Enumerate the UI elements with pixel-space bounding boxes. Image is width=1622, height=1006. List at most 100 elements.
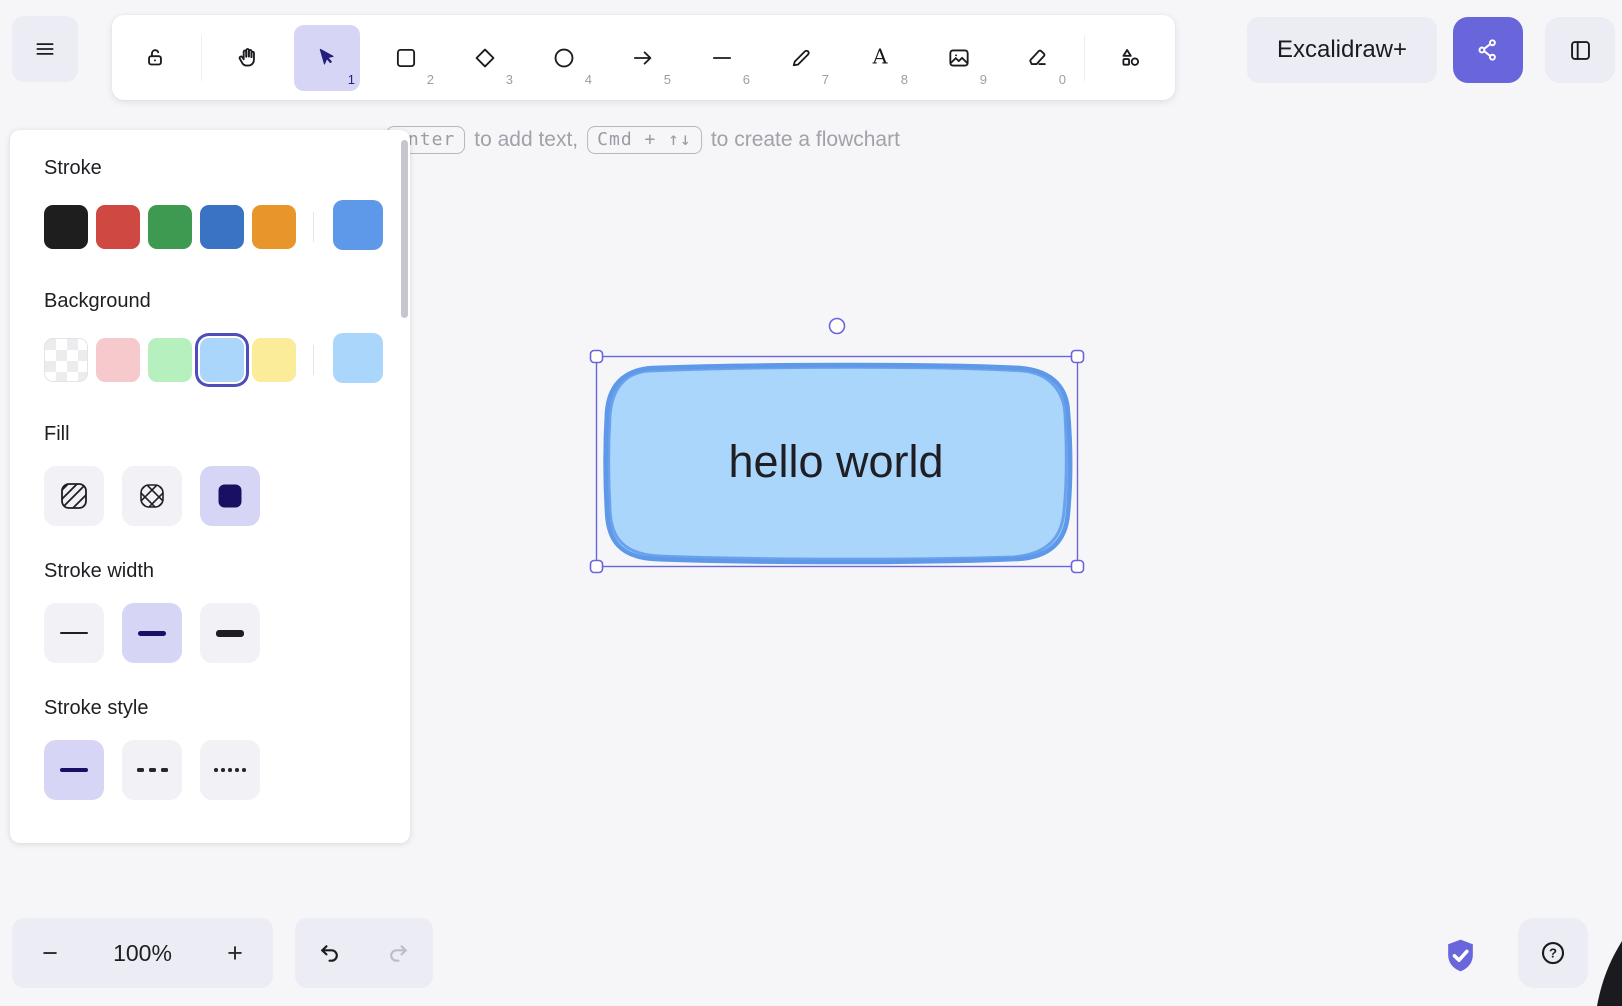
fill-cross-hatch-option[interactable]: [122, 466, 182, 526]
background-color-pink[interactable]: [96, 338, 140, 382]
thin-line-icon: [60, 632, 88, 635]
tool-hand[interactable]: [215, 25, 281, 91]
library-button[interactable]: [1545, 17, 1615, 83]
current-background-color[interactable]: [333, 333, 383, 383]
library-sidebar-icon: [1567, 37, 1594, 64]
zoom-in-button[interactable]: +: [211, 929, 259, 977]
arrow-icon: [630, 45, 656, 71]
fill-solid-option[interactable]: [200, 466, 260, 526]
zoom-out-button[interactable]: −: [26, 929, 74, 977]
tool-lock[interactable]: [122, 25, 188, 91]
fill-options-row: [44, 466, 410, 526]
image-icon: [946, 45, 972, 71]
stroke-width-extra-bold-option[interactable]: [200, 603, 260, 663]
help-icon: ?: [1538, 938, 1568, 968]
dashed-line-icon: [137, 768, 168, 772]
eraser-icon: [1025, 45, 1051, 71]
tool-toolbar: 1 2 3 4 5 6 7 A: [112, 15, 1175, 100]
tool-arrow[interactable]: 5: [610, 25, 676, 91]
stroke-style-dashed-option[interactable]: [122, 740, 182, 800]
background-color-green[interactable]: [148, 338, 192, 382]
tool-shortcut: 3: [506, 72, 513, 87]
stroke-width-options-row: [44, 603, 410, 663]
properties-panel: Stroke Background Fill: [10, 130, 410, 843]
tool-shapes[interactable]: [1098, 25, 1164, 91]
stroke-style-section-label: Stroke style: [44, 694, 410, 722]
stroke-color-black[interactable]: [44, 205, 88, 249]
solid-line-icon: [60, 768, 88, 772]
excalidraw-plus-label: Excalidraw+: [1277, 36, 1407, 64]
rectangle-text: hello world: [728, 436, 943, 488]
stroke-width-thin-option[interactable]: [44, 603, 104, 663]
rectangle-icon: [393, 45, 419, 71]
background-color-blue-selected[interactable]: [200, 338, 244, 382]
excalidraw-plus-button[interactable]: Excalidraw+: [1247, 17, 1437, 83]
background-color-yellow[interactable]: [252, 338, 296, 382]
fill-hachure-option[interactable]: [44, 466, 104, 526]
resize-handle-se[interactable]: [1072, 561, 1084, 573]
hamburger-menu-icon: [32, 36, 58, 62]
share-button[interactable]: [1453, 17, 1523, 83]
history-controls: [295, 918, 433, 988]
tool-text[interactable]: A 8: [847, 25, 913, 91]
resize-handle-ne[interactable]: [1072, 351, 1084, 363]
tool-eraser[interactable]: 0: [1005, 25, 1071, 91]
redo-icon: [385, 940, 412, 967]
undo-icon: [316, 940, 343, 967]
selection-cursor-icon: [314, 45, 340, 71]
stroke-width-section-label: Stroke width: [44, 557, 410, 585]
stroke-width-bold-option[interactable]: [122, 603, 182, 663]
background-section-label: Background: [44, 287, 410, 315]
pencil-icon: [788, 45, 814, 71]
stroke-color-red[interactable]: [96, 205, 140, 249]
tool-shortcut: 1: [348, 72, 355, 87]
stroke-style-solid-option[interactable]: [44, 740, 104, 800]
help-button[interactable]: ?: [1518, 918, 1588, 988]
tool-image[interactable]: 9: [926, 25, 992, 91]
zoom-level[interactable]: 100%: [113, 940, 172, 967]
main-menu-button[interactable]: [12, 16, 78, 82]
tool-draw[interactable]: 7: [768, 25, 834, 91]
tool-diamond[interactable]: 3: [452, 25, 518, 91]
resize-handle-sw[interactable]: [591, 561, 603, 573]
diamond-icon: [472, 45, 498, 71]
tool-shortcut: 0: [1059, 72, 1066, 87]
ellipse-icon: [551, 45, 577, 71]
tool-shortcut: 5: [664, 72, 671, 87]
stroke-color-green[interactable]: [148, 205, 192, 249]
unlock-icon: [142, 45, 168, 71]
toolbar-divider: [1084, 35, 1085, 81]
tool-shortcut: 9: [980, 72, 987, 87]
stroke-color-orange[interactable]: [252, 205, 296, 249]
tool-shortcut: 7: [822, 72, 829, 87]
toolbar-divider: [201, 35, 202, 81]
stroke-style-dotted-option[interactable]: [200, 740, 260, 800]
background-color-row: [44, 336, 410, 383]
undo-button[interactable]: [295, 918, 364, 988]
tool-shortcut: 4: [585, 72, 592, 87]
tool-rectangle[interactable]: 2: [373, 25, 439, 91]
hachure-icon: [57, 479, 91, 513]
share-icon: [1474, 36, 1502, 64]
bold-line-icon: [138, 631, 166, 636]
svg-text:A: A: [872, 45, 889, 69]
swatch-divider: [313, 212, 314, 242]
shapes-icon: [1118, 45, 1144, 71]
panel-scrollbar[interactable]: [401, 140, 408, 318]
redo-button[interactable]: [364, 918, 433, 988]
tool-selection[interactable]: 1: [294, 25, 360, 91]
resize-handle-nw[interactable]: [591, 351, 603, 363]
tool-ellipse[interactable]: 4: [531, 25, 597, 91]
tool-line[interactable]: 6: [689, 25, 755, 91]
rotate-handle[interactable]: [830, 319, 845, 334]
encryption-shield-badge: [1444, 938, 1477, 980]
dotted-line-icon: [214, 768, 246, 772]
stroke-section-label: Stroke: [44, 154, 410, 182]
stroke-color-blue[interactable]: [200, 205, 244, 249]
hand-icon: [235, 45, 261, 71]
current-stroke-color[interactable]: [333, 200, 383, 250]
tool-shortcut: 8: [901, 72, 908, 87]
background-color-transparent[interactable]: [44, 338, 88, 382]
tool-shortcut: 2: [427, 72, 434, 87]
stroke-style-options-row: [44, 740, 410, 800]
